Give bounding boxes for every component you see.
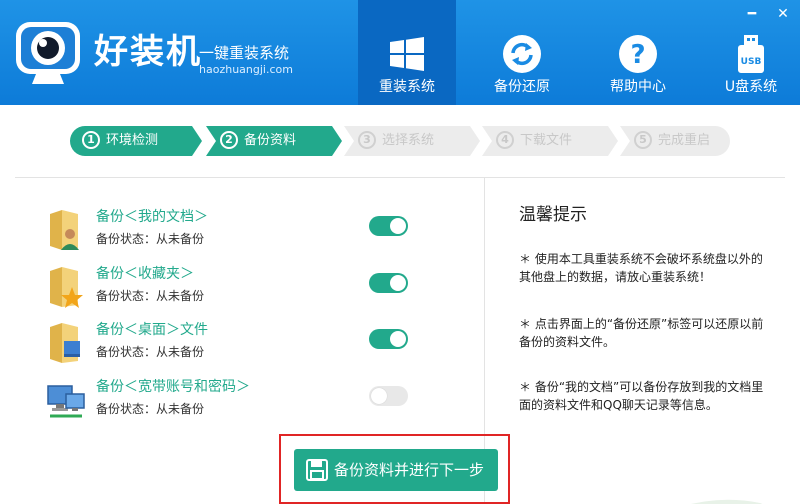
item-title: 备份＜我的文档＞ [96,209,208,225]
step-environment-check: 1 环境检测 [70,126,202,156]
backup-documents-toggle[interactable] [369,216,408,236]
tip-text: ＊ 备份“我的文档”可以备份存放到我的文档里面的资料文件和QQ聊天记录等信息。 [519,380,764,412]
step-finish-restart: 5 完成重启 [620,126,730,156]
button-label: 备份资料并进行下一步 [334,461,485,479]
toggle-knob [390,331,406,347]
backup-item-broadband: 备份＜宽带账号和密码＞ 备份状态：从未备份 [46,378,416,422]
documents-folder-icon [46,208,86,252]
tab-usb-system[interactable]: USB U盘系统 [702,0,800,105]
tip-text: ＊ 点击界面上的“备份还原”标签可以还原以前备份的资料文件。 [519,317,764,349]
backup-and-next-button[interactable]: 备份资料并进行下一步 [294,449,498,491]
windows-icon [387,34,427,74]
brand-slogan: 一键重装系统 [199,44,290,62]
step-backup-data: 2 备份资料 [206,126,342,156]
tab-backup-restore[interactable]: 备份还原 [473,0,571,105]
tab-label: 重装系统 [379,79,435,95]
tab-label: 帮助中心 [610,79,666,95]
step-number: 4 [496,130,514,149]
brand-name: 好装机 [94,32,202,72]
favorites-folder-icon [46,265,86,309]
usb-icon: USB [731,34,771,74]
backup-item-documents: 备份＜我的文档＞ 备份状态：从未备份 [46,208,416,252]
backup-broadband-toggle[interactable] [369,386,408,406]
svg-text:?: ? [630,40,645,70]
app-header: 好装机 一键重装系统 haozhuangji.com ━ ✕ 重装系统 备份还原… [0,0,800,105]
network-computer-icon [46,378,86,422]
backup-item-desktop: 备份＜桌面＞文件 备份状态：从未备份 [46,321,416,365]
step-label: 下载文件 [520,133,573,148]
step-progress: 1 环境检测 2 备份资料 3 选择系统 4 下载文件 5 完成重启 [70,126,730,156]
item-status: 备份状态：从未备份 [96,289,205,303]
sync-icon [502,34,542,74]
step-select-system: 3 选择系统 [344,126,480,156]
step-label: 备份资料 [244,133,297,148]
step-label: 选择系统 [382,133,435,148]
desktop-folder-icon [46,321,86,365]
toggle-knob [390,218,406,234]
step-label: 完成重启 [658,133,711,148]
item-status: 备份状态：从未备份 [96,232,205,246]
step-label: 环境检测 [106,133,159,148]
brand-url: haozhuangji.com [199,63,293,76]
svg-text:USB: USB [741,57,762,67]
toggle-knob [371,388,387,404]
step-number: 3 [358,130,376,149]
backup-desktop-toggle[interactable] [369,329,408,349]
step-number: 5 [634,130,652,149]
tab-reinstall-system[interactable]: 重装系统 [358,0,456,105]
item-title: 备份＜收藏夹＞ [96,266,194,282]
backup-item-favorites: 备份＜收藏夹＞ 备份状态：从未备份 [46,265,416,309]
content-divider [15,177,785,178]
save-icon [306,459,328,481]
step-number: 1 [82,130,100,149]
tip-text: ＊ 使用本工具重装系统不会破坏系统盘以外的其他盘上的数据，请放心重装系统！ [519,252,763,284]
tab-help-center[interactable]: ? 帮助中心 [589,0,687,105]
step-download-files: 4 下载文件 [482,126,618,156]
item-title: 备份＜宽带账号和密码＞ [96,379,250,395]
bottom-corner-decoration [660,492,800,504]
monitor-eye-logo-icon [12,18,84,90]
step-number: 2 [220,130,238,149]
item-status: 备份状态：从未备份 [96,345,205,359]
tab-label: 备份还原 [494,79,550,95]
tips-title: 温馨提示 [519,205,587,225]
backup-favorites-toggle[interactable] [369,273,408,293]
item-status: 备份状态：从未备份 [96,402,205,416]
item-title: 备份＜桌面＞文件 [96,322,208,338]
tab-label: U盘系统 [724,79,778,95]
toggle-knob [390,275,406,291]
help-icon: ? [618,34,658,74]
